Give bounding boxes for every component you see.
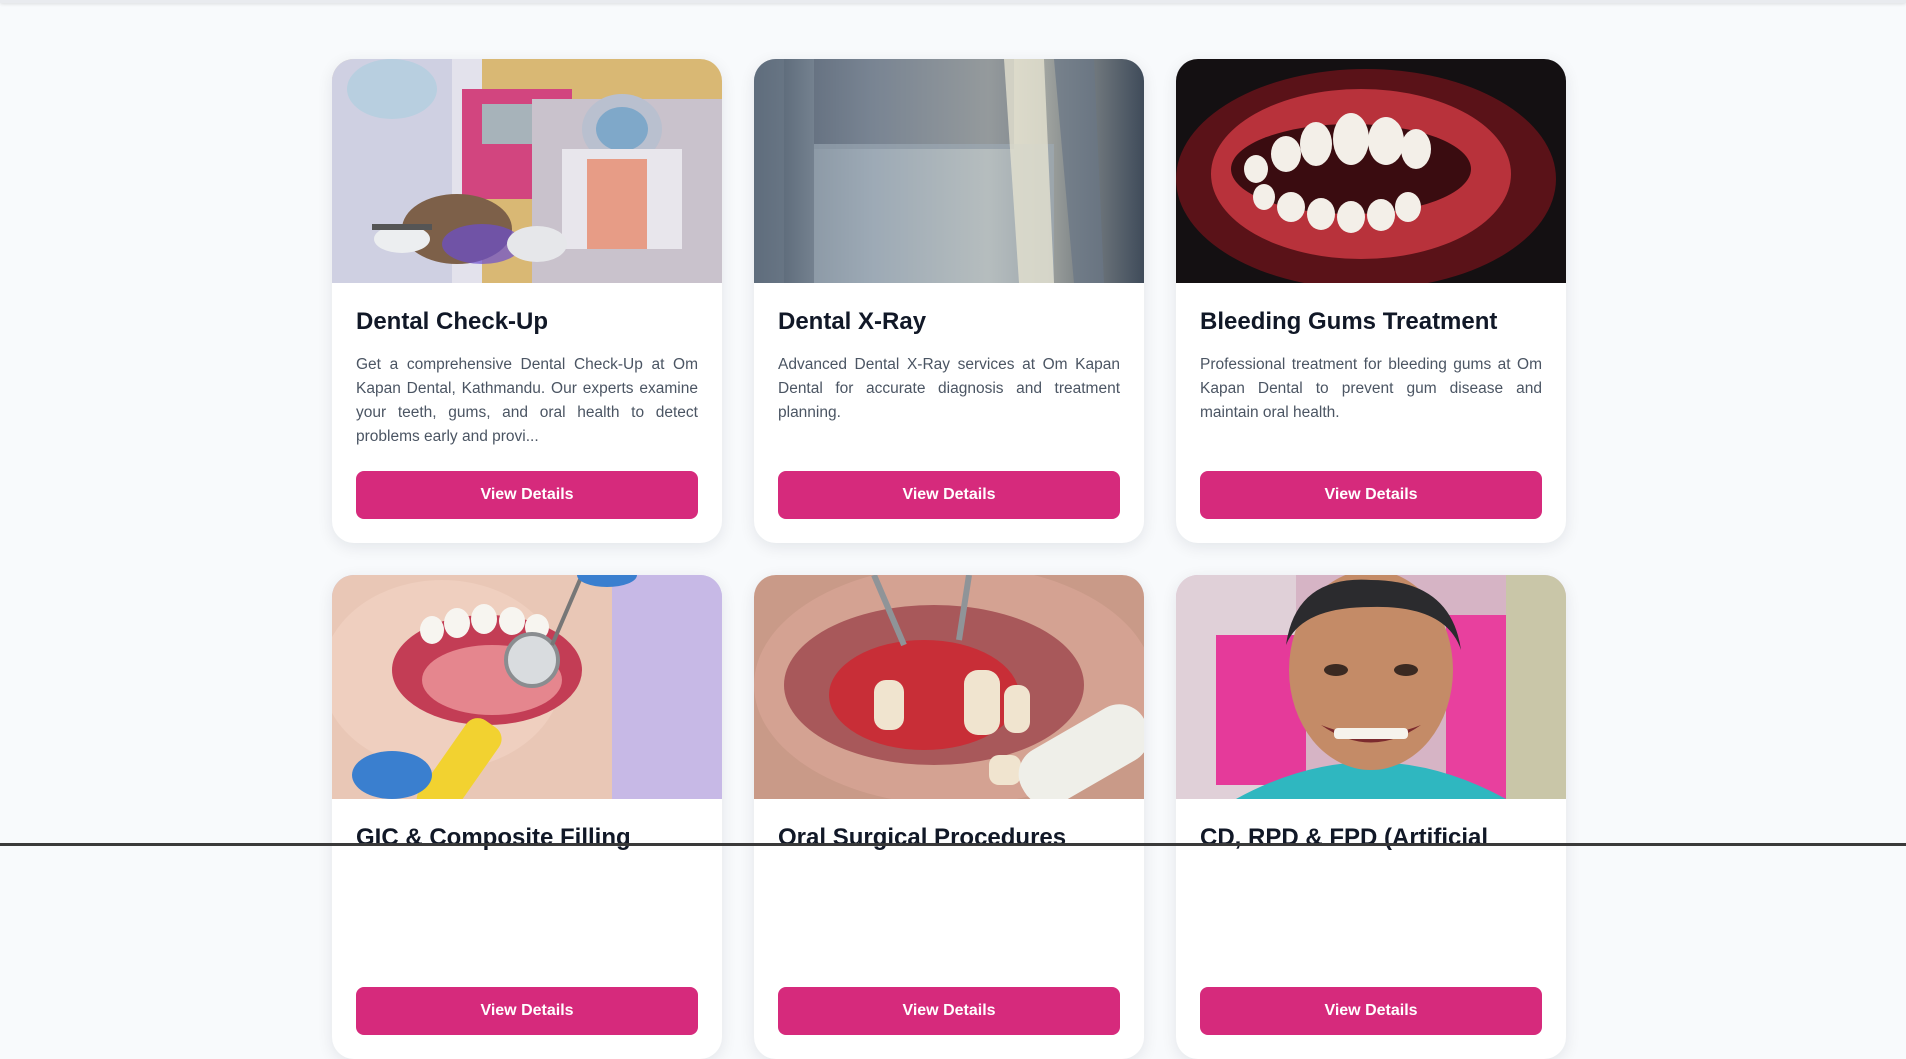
- view-details-button[interactable]: View Details: [778, 471, 1120, 519]
- services-grid: Dental Check-Up Get a comprehensive Dent…: [332, 59, 1566, 1059]
- card-description: Advanced Dental X-Ray services at Om Kap…: [778, 356, 1120, 421]
- card-title: Dental Check-Up: [356, 308, 549, 335]
- view-details-button[interactable]: View Details: [1200, 987, 1542, 1035]
- card-description: Get a comprehensive Dental Check-Up at O…: [356, 356, 698, 445]
- oral-surgery-image: [754, 575, 1144, 799]
- card-description: [778, 869, 1120, 965]
- card-description: [356, 869, 698, 965]
- card-description: [1200, 869, 1542, 965]
- card-title: Dental X-Ray: [778, 308, 927, 335]
- service-card: Dental Check-Up Get a comprehensive Dent…: [332, 59, 722, 543]
- card-title: Bleeding Gums Treatment: [1200, 308, 1498, 335]
- dental-xray-image: [754, 59, 1144, 283]
- view-details-button[interactable]: View Details: [1200, 471, 1542, 519]
- view-details-button[interactable]: View Details: [778, 987, 1120, 1035]
- service-card: GIC & Composite Filling View Details: [332, 575, 722, 1059]
- dental-checkup-image: [332, 59, 722, 283]
- service-card: Oral Surgical Procedures View Details: [754, 575, 1144, 1059]
- service-card: Dental X-Ray Advanced Dental X-Ray servi…: [754, 59, 1144, 543]
- dental-filling-image: [332, 575, 722, 799]
- service-card: Bleeding Gums Treatment Professional tre…: [1176, 59, 1566, 543]
- card-title: GIC & Composite Filling: [356, 824, 631, 851]
- header-shadow-edge: [0, 0, 1906, 3]
- card-title: Oral Surgical Procedures: [778, 824, 1067, 851]
- service-card: CD, RPD & FPD (Artificial View Details: [1176, 575, 1566, 1059]
- view-details-button[interactable]: View Details: [356, 471, 698, 519]
- view-details-button[interactable]: View Details: [356, 987, 698, 1035]
- card-description: Professional treatment for bleeding gums…: [1200, 356, 1542, 421]
- bleeding-gums-image: [1176, 59, 1566, 283]
- card-title: CD, RPD & FPD (Artificial: [1200, 824, 1489, 851]
- smiling-patient-image: [1176, 575, 1566, 799]
